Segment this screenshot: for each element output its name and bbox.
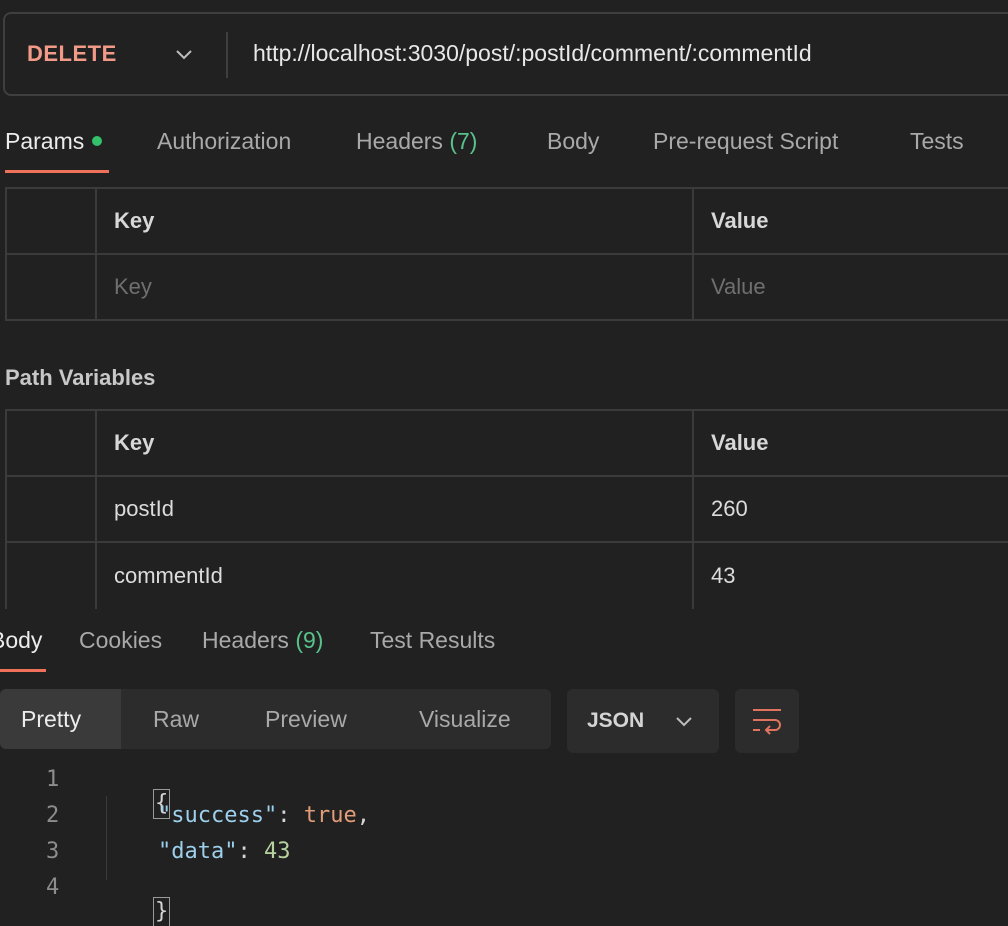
response-tab-headers[interactable]: Headers (9) <box>202 627 323 654</box>
wrap-lines-icon <box>753 709 781 735</box>
view-mode-pretty[interactable]: Pretty <box>21 689 81 749</box>
code-line: "success": true, <box>158 803 370 828</box>
response-tab-cookies-label: Cookies <box>79 627 163 653</box>
view-mode-visualize[interactable]: Visualize <box>419 689 511 749</box>
table-row: Key Value <box>7 255 1008 321</box>
table-row: postId 260 <box>7 477 1008 543</box>
json-boolean: true <box>303 803 357 828</box>
active-tab-indicator <box>5 170 109 173</box>
response-tab-body-label: Body <box>0 627 43 653</box>
column-header-key: Key <box>114 208 155 233</box>
line-number: 2 <box>46 803 60 828</box>
json-number: 43 <box>263 839 291 864</box>
param-key-input[interactable]: Key <box>114 255 152 319</box>
wrap-lines-button[interactable] <box>735 689 799 753</box>
response-tab-headers-count: (9) <box>295 627 324 653</box>
chevron-down-icon[interactable] <box>173 44 195 66</box>
path-variable-key: commentId <box>114 563 223 588</box>
url-divider <box>226 32 228 78</box>
tab-body-label: Body <box>547 128 600 154</box>
tab-pre-request-script-label: Pre-request Script <box>653 128 839 154</box>
path-variables-title: Path Variables <box>5 365 156 390</box>
column-header-value: Value <box>711 430 769 455</box>
tab-authorization-label: Authorization <box>157 128 292 154</box>
column-header-key: Key <box>114 430 155 455</box>
response-tab-test-results-label: Test Results <box>370 627 496 653</box>
response-tab-cookies[interactable]: Cookies <box>79 627 162 654</box>
line-number: 3 <box>46 839 60 864</box>
url-input[interactable]: http://localhost:3030/post/:postId/comme… <box>253 40 812 67</box>
view-mode-preview[interactable]: Preview <box>265 689 347 749</box>
code-line: } <box>100 872 171 926</box>
table-header-row: Key Value <box>7 411 1008 477</box>
line-number: 1 <box>46 767 60 792</box>
table-header-row: Key Value <box>7 189 1008 255</box>
table-row: commentId 43 <box>7 543 1008 609</box>
json-key: "success" <box>158 803 278 828</box>
close-brace: } <box>152 897 171 926</box>
tab-headers-count: (7) <box>449 128 478 154</box>
path-variable-value[interactable]: 260 <box>711 477 748 541</box>
tab-body[interactable]: Body <box>547 128 599 155</box>
json-colon: : <box>237 839 264 864</box>
tab-authorization[interactable]: Authorization <box>157 128 291 155</box>
params-active-dot <box>92 135 103 146</box>
json-colon: : <box>277 803 304 828</box>
query-params-table: Key Value Key Value <box>5 187 1008 321</box>
path-variable-key: postId <box>114 496 174 521</box>
view-mode-raw[interactable]: Raw <box>153 689 199 749</box>
path-variable-value[interactable]: 43 <box>711 543 735 609</box>
tab-params-label: Params <box>5 128 85 154</box>
path-variables-table: Key Value postId 260 commentId 43 <box>5 409 1008 609</box>
json-comma: , <box>356 803 370 828</box>
tab-tests[interactable]: Tests <box>910 128 964 155</box>
line-number: 4 <box>46 875 60 900</box>
json-key: "data" <box>158 839 238 864</box>
code-line: "data": 43 <box>158 839 290 864</box>
format-select[interactable]: JSON <box>567 689 719 753</box>
format-label: JSON <box>587 709 645 732</box>
chevron-down-icon <box>676 717 692 727</box>
tab-pre-request-script[interactable]: Pre-request Script <box>653 128 838 155</box>
url-bar: DELETE http://localhost:3030/post/:postI… <box>3 12 1008 96</box>
response-tab-headers-label: Headers <box>202 627 289 653</box>
response-tab-test-results[interactable]: Test Results <box>370 627 495 654</box>
tab-headers-label: Headers <box>356 128 443 154</box>
tab-headers[interactable]: Headers (7) <box>356 128 477 155</box>
tab-tests-label: Tests <box>910 128 964 154</box>
view-mode-selector: Pretty Raw Preview Visualize <box>0 689 551 749</box>
tab-params[interactable]: Params <box>5 128 103 155</box>
response-tab-body[interactable]: Body <box>0 627 42 654</box>
param-value-input[interactable]: Value <box>711 255 766 319</box>
method-select[interactable]: DELETE <box>27 41 117 67</box>
column-header-value: Value <box>711 208 769 233</box>
response-active-tab-indicator <box>0 669 46 672</box>
